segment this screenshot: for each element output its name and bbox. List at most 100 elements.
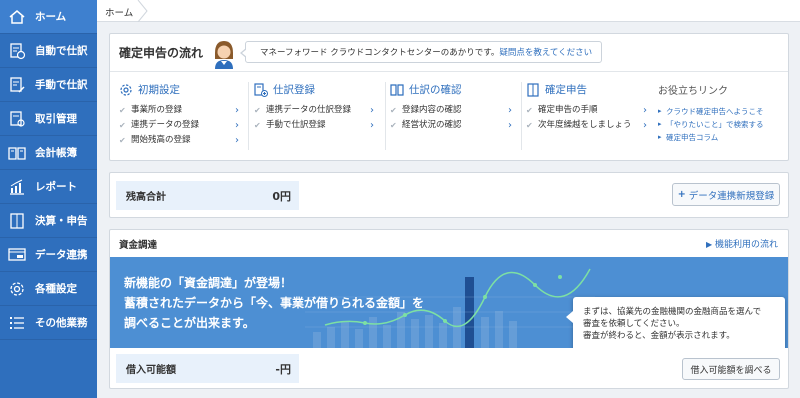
check-icon: ✔ [390, 106, 397, 115]
loan-available-summary: 借入可能額 -円 [116, 354, 299, 383]
flow-step-label: 次年度繰越をしましょう [538, 120, 632, 130]
sidebar-item-label: その他業務 [35, 317, 88, 329]
column-heading-label: 仕訳の確認 [409, 84, 462, 96]
sidebar-item-home[interactable]: ホーム [0, 0, 97, 34]
chevron-right-icon: › [235, 105, 239, 116]
sidebar-item-label: 決算・申告 [35, 215, 88, 227]
flow-step-label: 事業所の登録 [131, 105, 183, 115]
flow-column-initial-settings: 初期設定 ✔ 事業所の登録 › ✔ 連携データの登録 › ✔ 開始残高の登録 › [119, 82, 244, 148]
sidebar-item-manual-journal[interactable]: 手動で仕訳 [0, 68, 97, 102]
sidebar-item-ledger[interactable]: 会計帳簿 [0, 136, 97, 170]
filing-icon [527, 82, 539, 97]
gear-icon [120, 83, 132, 96]
banner-line: 調べることが出来ます。 [124, 316, 255, 330]
sidebar-item-filing[interactable]: 決算・申告 [0, 204, 97, 238]
flow-step-link[interactable]: ✔ 手動で仕訳登録 › [254, 118, 382, 133]
flow-step-label: 手動で仕訳登録 [266, 120, 326, 130]
sidebar-item-label: データ連携 [35, 249, 88, 261]
check-icon: ✔ [254, 106, 261, 115]
bubble-text: マネーフォワード クラウドコンタクトセンターのあかりです。 [260, 48, 500, 58]
flow-step-label: 連携データの仕訳登録 [266, 105, 352, 115]
balance-value: 0円 [272, 189, 291, 203]
sidebar-item-label: 手動で仕訳 [35, 79, 88, 91]
column-divider [521, 82, 522, 150]
banner-line: 新機能の「資金調達」が登場！ [124, 276, 293, 290]
funding-title: 資金調達 [119, 240, 158, 251]
sidebar-item-label: ホーム [35, 11, 67, 23]
chevron-right-icon: › [643, 120, 647, 131]
column-heading[interactable]: 仕訳の確認 [390, 82, 518, 97]
tax-flow-title: 確定申告の流れ [119, 46, 204, 60]
sidebar-item-other[interactable]: その他業務 [0, 306, 97, 340]
flow-step-link[interactable]: ✔ 登録内容の確認 › [390, 103, 518, 118]
chevron-right-icon: › [370, 120, 374, 131]
feature-flow-label: 機能利用の流れ [714, 240, 778, 250]
bubble-help-link[interactable]: 疑問点を教えてください [499, 46, 592, 58]
breadcrumb-arrow-icon [137, 0, 148, 22]
check-icon: ✔ [119, 136, 126, 145]
loan-value: -円 [275, 362, 291, 376]
flow-step-label: 経営状況の確認 [402, 120, 462, 130]
feature-flow-link[interactable]: ▶ 機能利用の流れ [706, 237, 778, 250]
balance-label: 残高合計 [126, 192, 166, 203]
sidebar-item-label: 各種設定 [35, 283, 77, 295]
triangle-right-icon: ▶ [705, 240, 713, 249]
balance-card: 残高合計 0円 + データ連携新規登録 [109, 172, 789, 218]
chevron-right-icon: › [370, 105, 374, 116]
column-divider [385, 82, 386, 150]
flow-step-link[interactable]: ✔ 連携データの仕訳登録 › [254, 103, 382, 118]
divider [110, 71, 788, 72]
tooltip-line: まずは、協業先の金融機関の金融商品を選んで [583, 307, 762, 317]
auto-journal-icon [8, 42, 26, 60]
column-divider [248, 82, 249, 150]
chevron-right-icon: › [508, 105, 512, 116]
flow-step-link[interactable]: ✔ 確定申告の手順 › [526, 103, 652, 118]
add-data-link-label: データ連携新規登録 [688, 190, 775, 202]
data-link-icon [8, 246, 26, 264]
column-heading-label: 初期設定 [138, 84, 180, 96]
list-icon [8, 314, 26, 332]
breadcrumb-home[interactable]: ホーム [105, 5, 133, 19]
flow-step-label: 登録内容の確認 [402, 105, 462, 115]
column-heading-label: 確定申告 [545, 84, 587, 96]
help-links-heading: お役立ちリンク [658, 86, 728, 97]
flow-step-link[interactable]: ✔ 連携データの登録 › [119, 118, 244, 133]
flow-step-label: 開始残高の登録 [131, 135, 191, 145]
tooltip-line: 審査を依頼してください。 [583, 319, 685, 329]
column-heading[interactable]: 確定申告 [526, 82, 652, 97]
sidebar-item-settings[interactable]: 各種設定 [0, 272, 97, 306]
home-icon [8, 8, 26, 26]
breadcrumb: ホーム [97, 0, 800, 22]
flow-step-label: 確定申告の手順 [538, 105, 598, 115]
flow-step-link[interactable]: ✔ 経営状況の確認 › [390, 118, 518, 133]
tax-filing-flow-card: 確定申告の流れ マネーフォワード クラウドコンタクトセンターのあかりです。 疑問… [109, 33, 789, 161]
add-data-link-button[interactable]: + データ連携新規登録 [672, 183, 780, 206]
sidebar-item-transaction[interactable]: 取引管理 [0, 102, 97, 136]
sidebar-item-label: 取引管理 [35, 113, 77, 125]
help-link[interactable]: クラウド確定申告へようこそ [658, 105, 786, 118]
flow-column-journal-review: 仕訳の確認 ✔ 登録内容の確認 › ✔ 経営状況の確認 › [390, 82, 518, 133]
sidebar-item-auto-journal[interactable]: 自動で仕訳 [0, 34, 97, 68]
flow-step-link[interactable]: ✔ 事業所の登録 › [119, 103, 244, 118]
help-links: お役立ちリンク クラウド確定申告へようこそ 「やりたいこと」で検索する 確定申告… [658, 82, 786, 144]
chevron-right-icon: › [643, 105, 647, 116]
report-chart-icon [8, 178, 26, 196]
manual-journal-icon [8, 76, 26, 94]
check-loan-amount-button[interactable]: 借入可能額を調べる [682, 358, 780, 380]
sidebar-item-data-link[interactable]: データ連携 [0, 238, 97, 272]
banner-line: 蓄積されたデータから「今、事業が借りられる金額」を [124, 296, 425, 310]
sidebar: ホーム 自動で仕訳 手動で仕訳 取引管理 会計帳簿 レポート 決算・申告 データ… [0, 0, 97, 398]
chevron-right-icon: › [235, 120, 239, 131]
banner-headline: 新機能の「資金調達」が登場！ 蓄積されたデータから「今、事業が借りられる金額」を… [124, 273, 424, 333]
help-link[interactable]: 確定申告コラム [658, 131, 786, 144]
tooltip-line: 審査が終わると、金額が表示されます。 [583, 331, 735, 341]
funding-promo-banner: 新機能の「資金調達」が登場！ 蓄積されたデータから「今、事業が借りられる金額」を… [110, 257, 788, 348]
flow-step-link[interactable]: ✔ 開始残高の登録 › [119, 133, 244, 148]
sidebar-item-label: 会計帳簿 [35, 147, 77, 159]
sidebar-item-report[interactable]: レポート [0, 170, 97, 204]
column-heading[interactable]: 仕訳登録 [254, 82, 382, 97]
column-heading[interactable]: 初期設定 [119, 82, 244, 97]
flow-step-link[interactable]: ✔ 次年度繰越をしましょう › [526, 118, 652, 133]
help-link[interactable]: 「やりたいこと」で検索する [658, 118, 786, 131]
balance-summary: 残高合計 0円 [116, 181, 299, 210]
